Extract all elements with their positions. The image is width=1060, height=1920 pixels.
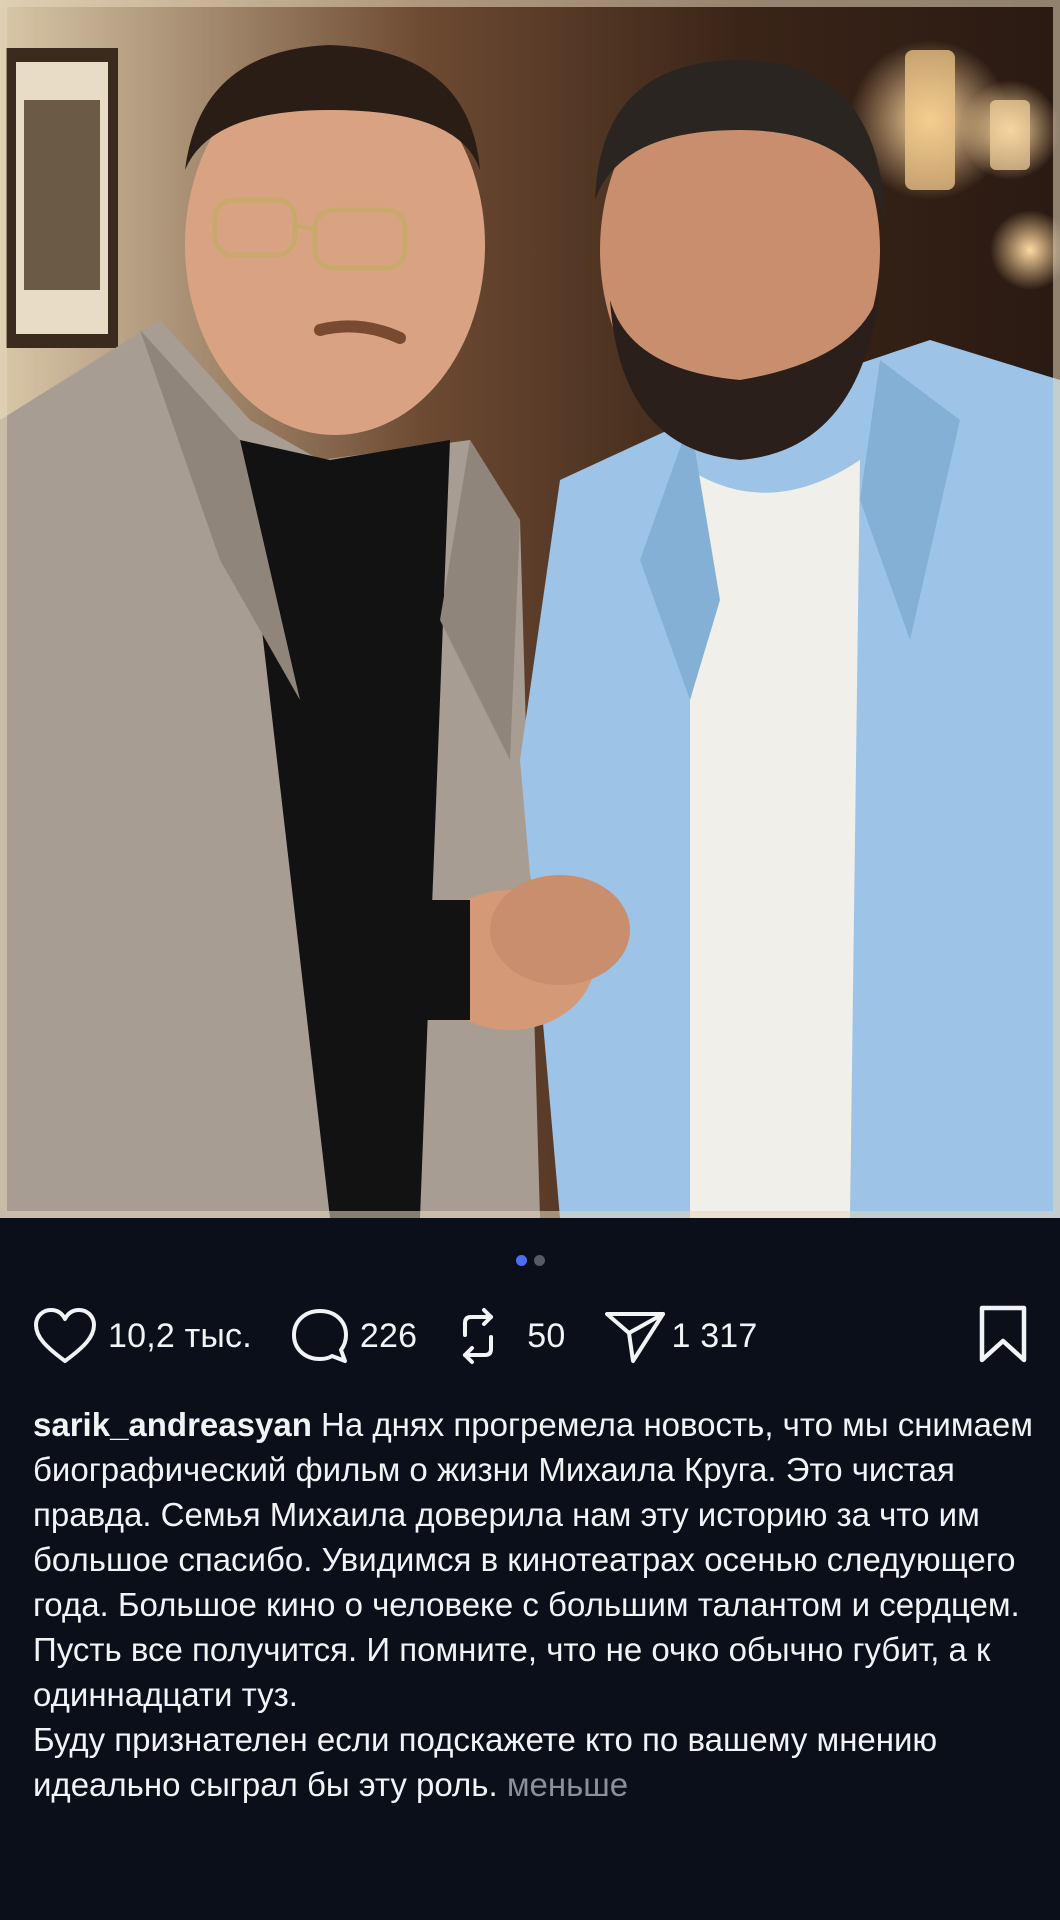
bookmark-button[interactable]	[976, 1304, 1030, 1369]
carousel-indicator	[0, 1253, 1060, 1267]
comment-bubble-icon	[291, 1309, 348, 1363]
like-count: 10,2 тыс.	[108, 1316, 252, 1355]
show-less-link[interactable]: меньше	[507, 1766, 628, 1803]
caption-text-2: Буду признателен если подскажете кто по …	[33, 1721, 938, 1803]
share-count: 1 317	[671, 1316, 758, 1355]
post-caption: sarik_andreasyan На днях прогремела ново…	[33, 1402, 1033, 1807]
post-photo[interactable]	[0, 0, 1060, 1218]
post-action-bar: 10,2 тыс. 226 50 1 317	[32, 1300, 1030, 1372]
comment-button[interactable]: 226	[290, 1306, 417, 1366]
caption-paragraph: sarik_andreasyan На днях прогремела ново…	[33, 1402, 1033, 1717]
caption-text: На днях прогремела новость, что мы снима…	[33, 1406, 1033, 1713]
comment-count: 226	[359, 1316, 418, 1355]
bookmark-icon	[979, 1305, 1027, 1362]
like-button[interactable]: 10,2 тыс.	[32, 1307, 252, 1365]
repost-count: 50	[527, 1316, 566, 1355]
author-username[interactable]: sarik_andreasyan	[33, 1406, 312, 1443]
carousel-dot-active[interactable]	[515, 1254, 527, 1266]
repost-arrows-icon	[463, 1308, 494, 1364]
share-button[interactable]: 1 317	[603, 1307, 757, 1365]
repost-button[interactable]: 50	[455, 1305, 565, 1367]
photo-illustration	[0, 0, 1060, 1218]
carousel-dot[interactable]	[533, 1254, 545, 1266]
caption-paragraph-2: Буду признателен если подскажете кто по …	[33, 1717, 1033, 1807]
heart-icon	[34, 1308, 96, 1363]
send-paper-plane-icon	[605, 1312, 666, 1363]
